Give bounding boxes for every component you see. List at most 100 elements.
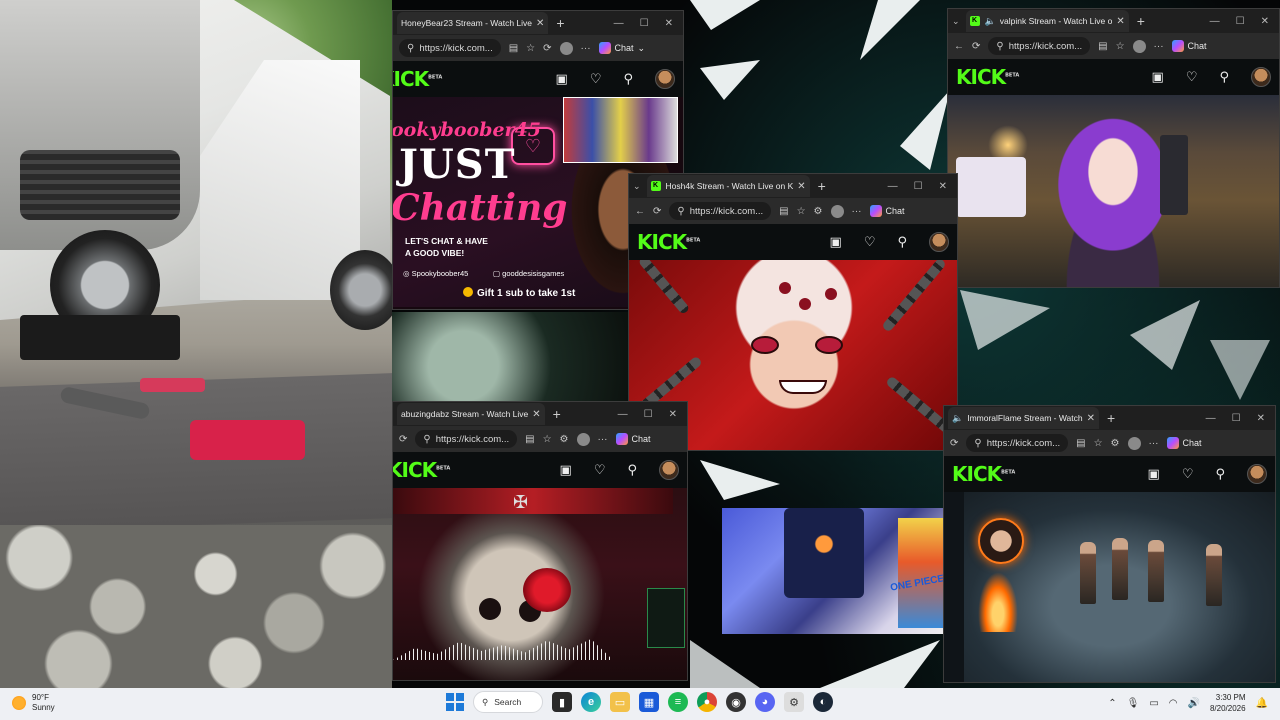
user-avatar[interactable]	[1251, 67, 1271, 87]
extensions-icon[interactable]: ⚙	[1111, 438, 1120, 449]
profile-icon[interactable]	[576, 432, 590, 446]
favorite-icon[interactable]: ☆	[1094, 438, 1103, 449]
address-bar[interactable]: ⚲ https://kick.com...	[988, 37, 1091, 55]
edge-icon[interactable]: e	[581, 692, 601, 712]
close-tab-icon[interactable]: ✕	[1087, 413, 1095, 424]
task-view-icon[interactable]: ▮	[552, 692, 572, 712]
more-icon[interactable]: ···	[598, 434, 608, 445]
kick-logo[interactable]: KICKBETA	[393, 458, 450, 482]
display-icon[interactable]: ▭	[1149, 698, 1158, 709]
back-icon[interactable]: ←	[954, 41, 964, 52]
profile-icon[interactable]	[830, 204, 844, 218]
tab-valpink[interactable]: K 🔈 valpink Stream - Watch Live o ✕	[965, 10, 1129, 32]
close-tab-icon[interactable]: ✕	[1116, 16, 1124, 27]
stream-player[interactable]	[944, 492, 1275, 682]
maximize-button[interactable]: ☐	[1232, 413, 1241, 424]
browser-window-valpink[interactable]: ⌄ K 🔈 valpink Stream - Watch Live o ✕ + …	[947, 8, 1280, 288]
speaker-icon[interactable]: 🔈	[952, 413, 963, 424]
following-heart-icon[interactable]: ♡	[864, 234, 876, 250]
copilot-chat-button[interactable]: Chat	[1171, 40, 1207, 52]
tab-hosh[interactable]: K Hosh4k Stream - Watch Live on K ✕	[646, 175, 810, 197]
taskbar-search[interactable]: ⚲ Search	[473, 691, 543, 713]
reader-icon[interactable]: ▤	[525, 434, 534, 445]
tab-list-icon[interactable]: ⌄	[952, 16, 960, 27]
minimize-button[interactable]: —	[1210, 16, 1220, 27]
file-explorer-icon[interactable]: ▭	[610, 692, 630, 712]
kick-logo[interactable]: KICKBETA	[637, 230, 700, 254]
wifi-icon[interactable]: ◠	[1169, 698, 1178, 709]
title-bar[interactable]: 🔈 ImmoralFlame Stream - Watch ✕ + — ☐ ✕	[944, 406, 1275, 430]
close-window-button[interactable]: ✕	[1257, 413, 1265, 424]
minimize-button[interactable]: —	[618, 409, 628, 420]
chevron-up-icon[interactable]: ⌃	[1108, 698, 1116, 709]
following-heart-icon[interactable]: ♡	[594, 462, 606, 478]
site-info-icon[interactable]: ⚲	[407, 43, 414, 54]
favorite-icon[interactable]: ☆	[797, 206, 806, 217]
close-tab-icon[interactable]: ✕	[536, 18, 544, 29]
close-tab-icon[interactable]: ✕	[797, 181, 805, 192]
close-window-button[interactable]: ✕	[669, 409, 677, 420]
search-icon[interactable]: ⚲	[897, 234, 907, 250]
user-avatar[interactable]	[1247, 464, 1267, 484]
site-info-icon[interactable]: ⚲	[677, 206, 684, 217]
minimize-button[interactable]: —	[888, 181, 898, 192]
back-icon[interactable]: ←	[635, 206, 645, 217]
title-bar[interactable]: ⌄ K 🔈 valpink Stream - Watch Live o ✕ + …	[948, 9, 1279, 33]
title-bar[interactable]: HoneyBear23 Stream - Watch Live ✕ + — ☐ …	[393, 11, 683, 35]
clips-icon[interactable]: ▣	[1148, 466, 1160, 482]
refresh-icon[interactable]: ⟳	[653, 206, 661, 217]
search-icon[interactable]: ⚲	[1215, 466, 1225, 482]
maximize-button[interactable]: ☐	[1236, 16, 1245, 27]
site-info-icon[interactable]: ⚲	[996, 41, 1003, 52]
copilot-chat-button[interactable]: Chat	[869, 205, 905, 217]
clips-icon[interactable]: ▣	[560, 462, 572, 478]
obs-icon[interactable]: ◉	[726, 692, 746, 712]
speaker-icon[interactable]: 🔈	[985, 16, 996, 27]
browser-window-immoral[interactable]: 🔈 ImmoralFlame Stream - Watch ✕ + — ☐ ✕ …	[943, 405, 1276, 683]
minimize-button[interactable]: —	[614, 18, 624, 29]
favorite-icon[interactable]: ☆	[543, 434, 552, 445]
clock[interactable]: 3:30 PM 8/20/2026	[1210, 692, 1246, 714]
address-bar[interactable]: ⚲ https://kick.com...	[669, 202, 772, 220]
close-tab-icon[interactable]: ✕	[532, 409, 540, 420]
user-avatar[interactable]	[659, 460, 679, 480]
user-avatar[interactable]	[929, 232, 949, 252]
refresh-icon[interactable]: ⟳	[399, 434, 407, 445]
stream-player[interactable]: ✠	[393, 488, 687, 680]
favorite-icon[interactable]: ☆	[526, 43, 535, 54]
refresh-icon[interactable]: ⟳	[543, 43, 551, 54]
tab-honeybear[interactable]: HoneyBear23 Stream - Watch Live ✕	[397, 12, 549, 34]
maximize-button[interactable]: ☐	[914, 181, 923, 192]
reader-icon[interactable]: ▤	[509, 43, 518, 54]
user-avatar[interactable]	[655, 69, 675, 89]
maximize-button[interactable]: ☐	[640, 18, 649, 29]
address-bar[interactable]: ⚲ https://kick.com...	[399, 39, 501, 57]
profile-icon[interactable]	[559, 41, 573, 55]
volume-icon[interactable]: 🔊	[1188, 698, 1200, 709]
stream-player[interactable]	[948, 95, 1279, 287]
following-heart-icon[interactable]: ♡	[1182, 466, 1194, 482]
close-window-button[interactable]: ✕	[1261, 16, 1269, 27]
refresh-icon[interactable]: ⟳	[950, 438, 958, 449]
more-icon[interactable]: ···	[581, 43, 591, 54]
notification-icon[interactable]: 🔔	[1256, 698, 1268, 709]
following-heart-icon[interactable]: ♡	[1186, 69, 1198, 85]
title-bar[interactable]: abuzingdabz Stream - Watch Live ✕ + — ☐ …	[393, 402, 687, 426]
kick-logo[interactable]: KICKBETA	[952, 462, 1015, 486]
profile-icon[interactable]	[1132, 39, 1146, 53]
chrome-icon[interactable]: ●	[697, 692, 717, 712]
tab-abuzing[interactable]: abuzingdabz Stream - Watch Live ✕	[397, 403, 545, 425]
address-bar[interactable]: ⚲ https://kick.com...	[966, 434, 1069, 452]
extensions-icon[interactable]: ⚙	[560, 434, 569, 445]
more-icon[interactable]: ···	[1149, 438, 1159, 449]
tab-immoral[interactable]: 🔈 ImmoralFlame Stream - Watch ✕	[948, 407, 1100, 429]
search-icon[interactable]: ⚲	[627, 462, 637, 478]
reader-icon[interactable]: ▤	[1098, 41, 1107, 52]
extensions-icon[interactable]: ⚙	[814, 206, 823, 217]
reader-icon[interactable]: ▤	[1076, 438, 1085, 449]
title-bar[interactable]: ⌄ K Hosh4k Stream - Watch Live on K ✕ + …	[629, 174, 957, 198]
refresh-icon[interactable]: ⟳	[972, 41, 980, 52]
address-bar[interactable]: ⚲ https://kick.com...	[415, 430, 518, 448]
new-tab-button[interactable]: +	[553, 406, 561, 422]
reader-icon[interactable]: ▤	[779, 206, 788, 217]
